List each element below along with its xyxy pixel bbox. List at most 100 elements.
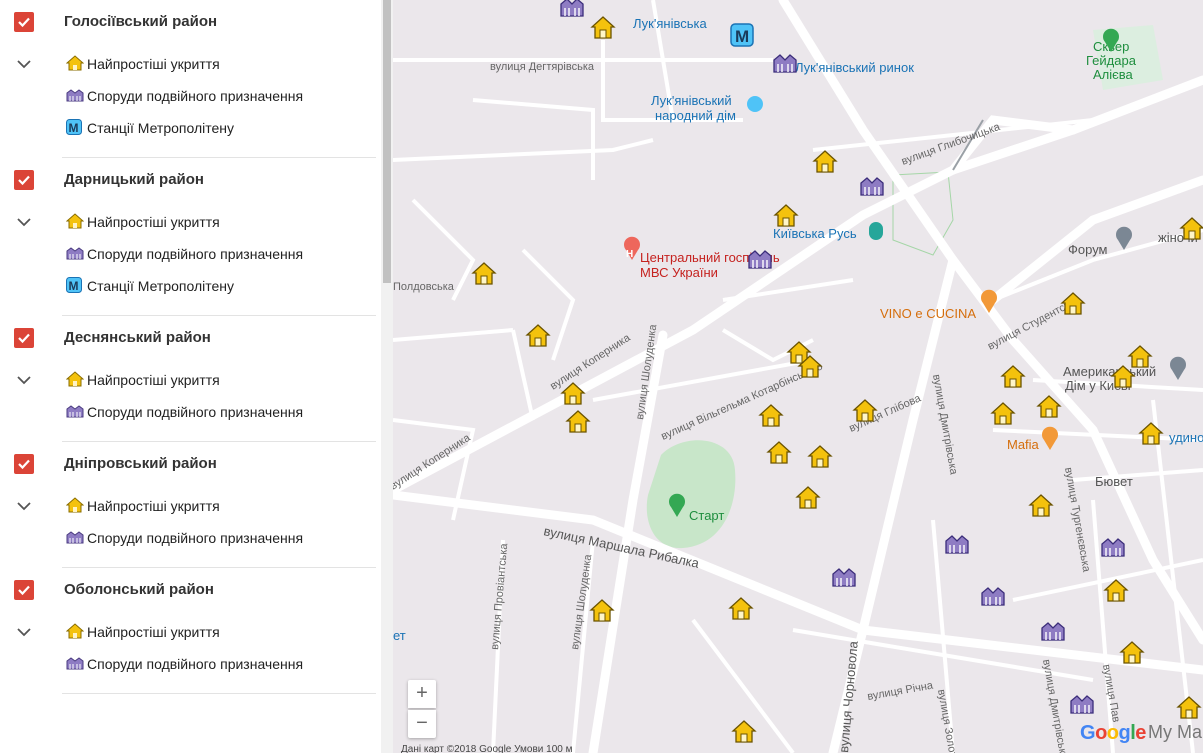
poi-hospital-label-2: МВС України (640, 265, 718, 280)
shelter-marker[interactable] (1179, 216, 1203, 240)
layer-title[interactable]: Голосіївський район (64, 13, 217, 30)
layer-item[interactable]: Споруди подвійного призначення (0, 646, 380, 678)
shelter-marker[interactable] (807, 444, 833, 468)
layer-item[interactable]: Споруди подвійного призначення (0, 394, 380, 426)
dual-purpose-marker[interactable] (1041, 622, 1065, 641)
layer-header: Деснянський район (0, 316, 380, 360)
layer-item[interactable]: Споруди подвійного призначення (0, 236, 380, 268)
svg-text:M: M (69, 279, 79, 293)
shelter-marker[interactable] (1138, 421, 1164, 445)
layer-item-label: Найпростіші укриття (87, 498, 220, 514)
shelter-marker[interactable] (1176, 695, 1202, 719)
shelter-marker[interactable] (1060, 291, 1086, 315)
checkmark-icon (18, 459, 30, 470)
layer-checkbox[interactable] (14, 454, 34, 474)
layer-item-label: Споруди подвійного призначення (87, 404, 304, 420)
layer-checkbox[interactable] (14, 12, 34, 32)
dual-purpose-marker[interactable] (773, 54, 797, 73)
layer-group: Дарницький район Найпростіші укриття Спору… (0, 158, 380, 316)
checkmark-icon (18, 585, 30, 596)
layer-title[interactable]: Оболонський район (64, 581, 214, 598)
shelter-marker[interactable] (590, 15, 616, 39)
layer-checkbox[interactable] (14, 328, 34, 348)
layer-item[interactable]: Споруди подвійного призначення (0, 520, 380, 552)
shelter-marker[interactable] (1000, 364, 1026, 388)
shelter-marker[interactable] (589, 598, 615, 622)
shelter-marker[interactable] (990, 401, 1016, 425)
dual-purpose-marker[interactable] (1070, 695, 1094, 714)
map-base: вулиця Дегтярівська вулиця Глибочицька в… (393, 0, 1203, 753)
poi-square-label-2: Гейдара (1086, 53, 1137, 68)
street-label-dmytrivska-2: вулиця Дмитрівська (1040, 658, 1070, 753)
shelter-marker[interactable] (1036, 394, 1062, 418)
shelter-marker[interactable] (1110, 364, 1136, 388)
shelter-marker[interactable] (797, 354, 823, 378)
shelter-marker[interactable] (773, 203, 799, 227)
dual-purpose-marker[interactable] (1101, 538, 1125, 557)
shelter-marker[interactable] (1028, 493, 1054, 517)
shelter-marker[interactable] (1103, 578, 1129, 602)
dual-purpose-icon (66, 245, 84, 261)
layer-checkbox[interactable] (14, 580, 34, 600)
shelter-marker[interactable] (852, 398, 878, 422)
layer-divider (0, 142, 380, 158)
layer-item-label: Найпростіші укриття (87, 214, 220, 230)
dual-purpose-icon (66, 529, 84, 545)
layer-group: Голосіївський район Найпростіші укриття Сп… (0, 0, 380, 158)
shelter-marker[interactable] (758, 403, 784, 427)
layer-divider (0, 678, 380, 694)
layer-item[interactable]: Найпростіші укриття (0, 488, 380, 520)
layers-panel: Голосіївський район Найпростіші укриття Сп… (0, 0, 393, 753)
shelter-marker[interactable] (731, 719, 757, 743)
layer-checkbox[interactable] (14, 170, 34, 190)
poi-mafia-label: Mafia (1007, 437, 1040, 452)
shelter-marker[interactable] (1119, 640, 1145, 664)
shelter-marker[interactable] (525, 323, 551, 347)
forum-pin[interactable] (1116, 226, 1132, 250)
mafia-pin[interactable] (1042, 426, 1058, 450)
shelter-marker[interactable] (565, 409, 591, 433)
panel-scrollbar-thumb[interactable] (383, 0, 391, 283)
shelter-marker[interactable] (728, 596, 754, 620)
layer-header: Оболонський район (0, 568, 380, 612)
layer-item[interactable]: Найпростіші укриття (0, 362, 380, 394)
poi-forum-label: Форум (1068, 242, 1108, 257)
poi-budyno-label: удино (1169, 430, 1203, 445)
poi-lukianivska-label: Лук'янівська (633, 16, 707, 31)
layer-item[interactable]: Споруди подвійного призначення (0, 78, 380, 110)
kyivska-rus-pin[interactable] (869, 222, 883, 240)
layer-title[interactable]: Дарницький район (64, 171, 204, 188)
my-maps-label: My Maps (1148, 722, 1203, 742)
dual-purpose-marker[interactable] (860, 177, 884, 196)
layer-item[interactable]: M Станції Метрополітену (0, 110, 380, 142)
dual-purpose-marker[interactable] (832, 568, 856, 587)
layer-item-label: Споруди подвійного призначення (87, 530, 304, 546)
layer-item[interactable]: M Станції Метрополітену (0, 268, 380, 300)
layer-title[interactable]: Деснянський район (64, 329, 211, 346)
google-logo: Google (1080, 722, 1146, 744)
layer-header: Дніпровський район (0, 442, 380, 486)
map-canvas[interactable]: вулиця Дегтярівська вулиця Глибочицька в… (393, 0, 1203, 753)
american-house-pin[interactable] (1170, 356, 1186, 380)
map-attribution[interactable]: Дані карт ©2018 Google Умови 100 м (401, 744, 572, 753)
layer-item[interactable]: Найпростіші укриття (0, 46, 380, 78)
dual-purpose-marker[interactable] (945, 535, 969, 554)
shelter-marker[interactable] (766, 440, 792, 464)
layer-item[interactable]: Найпростіші укриття (0, 614, 380, 646)
layer-item[interactable]: Найпростіші укриття (0, 204, 380, 236)
zoom-out-button[interactable]: − (408, 710, 436, 738)
poi-narodnyi-dim-pin[interactable] (747, 96, 763, 112)
zoom-in-button[interactable]: + (408, 680, 436, 708)
poi-narodnyi-dim-label-2: народний дім (655, 108, 736, 123)
street-label-pavlivska: вулиця Пав (1100, 663, 1122, 723)
shelter-icon (65, 497, 85, 513)
shelter-marker[interactable] (795, 485, 821, 509)
dual-purpose-marker[interactable] (981, 587, 1005, 606)
dual-purpose-marker[interactable] (560, 0, 584, 17)
shelter-marker[interactable] (560, 381, 586, 405)
layer-title[interactable]: Дніпровський район (64, 455, 217, 472)
shelter-marker[interactable] (471, 261, 497, 285)
shelter-marker[interactable] (812, 149, 838, 173)
poi-bet-label: ет (393, 628, 406, 643)
shelter-icon (65, 55, 85, 71)
